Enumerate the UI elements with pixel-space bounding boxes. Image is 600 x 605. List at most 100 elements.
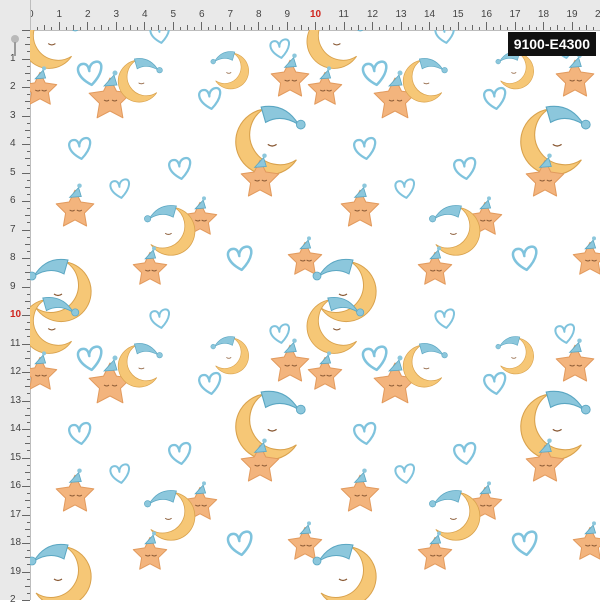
- heart-icon: [68, 421, 92, 445]
- sleepy-star-icon: [287, 521, 323, 560]
- top-ruler-label: 5: [170, 9, 177, 20]
- left-ruler-label: 10: [10, 309, 22, 320]
- heart-icon: [394, 178, 415, 199]
- heart-icon: [434, 30, 455, 44]
- ruler-tick: [543, 22, 544, 30]
- top-ruler-label: 16: [481, 9, 493, 20]
- heart-icon: [76, 345, 103, 372]
- heart-icon: [109, 463, 130, 484]
- sleepy-star-icon: [572, 521, 600, 560]
- sleepy-moon-icon: [312, 543, 377, 600]
- sleepy-star-icon: [30, 351, 58, 390]
- ruler-tick: [22, 457, 30, 459]
- top-ruler-label: 3: [113, 9, 120, 20]
- top-ruler-label: 11: [338, 9, 349, 20]
- ruler-tick: [22, 144, 30, 145]
- sleepy-moon-icon: [144, 205, 196, 256]
- heart-icon: [198, 371, 222, 395]
- left-ruler-label: 8: [10, 252, 16, 263]
- heart-icon: [361, 60, 388, 87]
- top-ruler-label: 18: [538, 9, 550, 20]
- heart-icon: [269, 38, 290, 59]
- top-ruler-label: 13: [395, 9, 407, 20]
- left-ruler-label: 14: [10, 423, 22, 434]
- sleepy-moon-icon: [117, 58, 163, 103]
- left-ruler-label: 6: [10, 195, 16, 206]
- top-ruler-label: 1: [56, 9, 63, 20]
- sleepy-moon-icon: [30, 543, 92, 600]
- top-ruler-label: 19: [566, 9, 578, 20]
- top-ruler-label: 12: [367, 9, 379, 20]
- sleepy-star-icon: [555, 338, 595, 382]
- heart-icon: [226, 530, 253, 557]
- sleepy-star-icon: [55, 183, 95, 227]
- ruler-tick: [429, 22, 430, 30]
- left-ruler-label: 18: [10, 537, 22, 548]
- sleepy-moon-icon: [495, 336, 534, 375]
- left-ruler-label: 2: [10, 81, 16, 92]
- ruler-tick: [22, 172, 30, 174]
- ruler-tick: [315, 22, 316, 30]
- ruler-tick: [400, 22, 402, 30]
- ruler-tick: [115, 22, 117, 30]
- product-code-badge: 9100-E4300: [507, 32, 596, 56]
- sleepy-moon-icon: [520, 105, 591, 176]
- ruler-tick: [22, 514, 30, 516]
- sleepy-moon-icon: [30, 258, 92, 323]
- sleepy-moon-icon: [312, 258, 377, 323]
- ruler-tick: [457, 22, 459, 30]
- sleepy-star-icon: [55, 468, 95, 512]
- pin-icon: [11, 35, 19, 56]
- heart-icon: [353, 136, 377, 160]
- sleepy-moon-icon: [144, 490, 196, 541]
- top-ruler-label: 4: [142, 9, 148, 20]
- sleepy-moon-icon: [235, 105, 306, 176]
- left-ruler-label: 12: [10, 366, 22, 377]
- ruler-tick: [286, 22, 288, 30]
- top-ruler-label: 9: [284, 9, 291, 20]
- left-ruler-label: 3: [10, 109, 16, 121]
- top-ruler-label: 6: [199, 9, 205, 20]
- ruler-tick: [22, 258, 30, 259]
- ruler-tick: [258, 22, 259, 30]
- ruler-tick: [22, 30, 30, 31]
- ruler-tick: [201, 22, 202, 30]
- top-ruler-label: 17: [509, 9, 521, 20]
- heart-icon: [226, 245, 253, 272]
- sleepy-moon-icon: [117, 343, 163, 388]
- heart-icon: [109, 178, 130, 199]
- sleepy-star-icon: [572, 236, 600, 275]
- left-ruler-label: 17: [10, 508, 22, 520]
- left-ruler-label: 11: [10, 337, 21, 349]
- sleepy-star-icon: [340, 468, 380, 512]
- left-ruler-label: 5: [10, 166, 16, 178]
- fabric-pattern: [30, 30, 600, 600]
- sleepy-moon-icon: [306, 30, 364, 69]
- sleepy-star-icon: [340, 183, 380, 227]
- ruler-tick: [22, 315, 30, 316]
- heart-icon: [483, 86, 507, 110]
- ruler-tick: [22, 58, 30, 60]
- sleepy-star-icon: [555, 53, 595, 97]
- sleepy-star-icon: [270, 338, 310, 382]
- top-ruler-label: 14: [424, 9, 436, 20]
- top-ruler-label: 2: [85, 9, 91, 20]
- top-ruler-label: 20: [595, 9, 600, 20]
- ruler-tick: [22, 372, 30, 373]
- ruler-tick: [22, 343, 30, 345]
- sleepy-moon-icon: [235, 390, 306, 461]
- heart-icon: [168, 156, 192, 180]
- ruler-tick: [22, 400, 30, 402]
- heart-icon: [483, 371, 507, 395]
- heart-icon: [76, 60, 103, 87]
- sleepy-star-icon: [30, 66, 58, 105]
- ruler-tick: [22, 87, 30, 88]
- ruler-tick: [22, 486, 30, 487]
- left-ruler: 1 2 3 4 5 6 7 8 9 10 11 12 13 14 15 16 17 18 19 2: [0, 0, 31, 605]
- sleepy-moon-icon: [402, 343, 448, 388]
- sleepy-moon-icon: [210, 336, 249, 375]
- ruler-tick: [486, 22, 487, 30]
- left-ruler-label: 19: [10, 565, 22, 577]
- ruler-tick: [514, 22, 516, 30]
- heart-icon: [149, 30, 170, 44]
